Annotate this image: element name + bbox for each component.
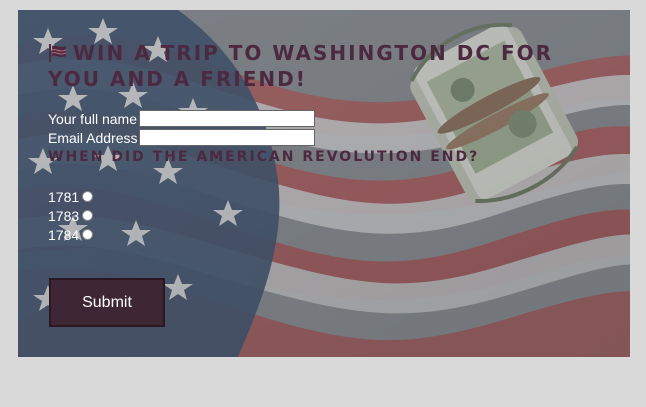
answer-options: 1781 1783 1784	[48, 187, 588, 244]
promo-banner: WIN A TRIP TO WASHINGTON DC FOR YOU AND …	[18, 10, 630, 357]
radio-button-1784[interactable]	[82, 229, 94, 240]
full-name-row: Your full name	[48, 109, 588, 128]
form-content: WIN A TRIP TO WASHINGTON DC FOR YOU AND …	[48, 40, 588, 244]
option-1783[interactable]: 1783	[48, 206, 588, 225]
email-input[interactable]	[139, 129, 316, 146]
option-1784[interactable]: 1784	[48, 225, 588, 244]
radio-button-1781[interactable]	[82, 191, 94, 202]
page: WIN A TRIP TO WASHINGTON DC FOR YOU AND …	[0, 0, 646, 407]
option-label-1784: 1784	[48, 226, 80, 243]
option-1781[interactable]: 1781	[48, 187, 588, 206]
option-label-1781: 1781	[48, 188, 80, 205]
page-title: WIN A TRIP TO WASHINGTON DC FOR YOU AND …	[48, 40, 568, 92]
full-name-input[interactable]	[138, 110, 315, 127]
email-label: Email Address	[48, 129, 138, 146]
email-row: Email Address	[48, 128, 588, 147]
title-text: WIN A TRIP TO WASHINGTON DC FOR YOU AND …	[48, 41, 554, 91]
flag-icon	[49, 44, 67, 62]
submit-button[interactable]: Submit	[49, 278, 165, 327]
option-label-1783: 1783	[48, 207, 80, 224]
full-name-label: Your full name	[48, 110, 137, 127]
question-text: WHEN DID THE AMERICAN REVOLUTION END?	[48, 149, 480, 165]
radio-button-1783[interactable]	[82, 210, 94, 221]
